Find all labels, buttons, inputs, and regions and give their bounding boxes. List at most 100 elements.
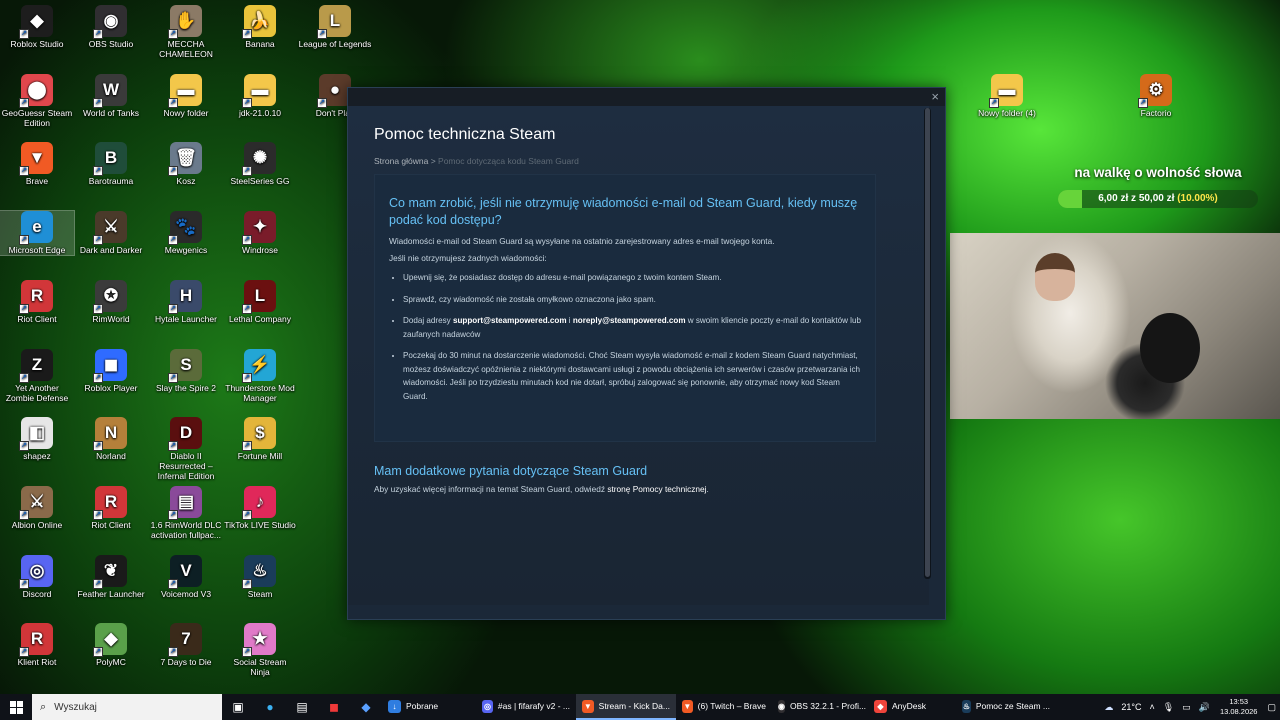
shortcut-arrow-icon: ↗: [19, 304, 29, 314]
desktop-icon[interactable]: L ↗ Lethal Company: [223, 280, 297, 324]
desktop-icon[interactable]: S ↗ Slay the Spire 2: [149, 349, 223, 393]
app-icon: ⚙ ↗: [1138, 74, 1172, 108]
desktop-icon[interactable]: 7 ↗ 7 Days to Die: [149, 623, 223, 667]
clock[interactable]: 13:53 13.08.2026: [1214, 697, 1264, 717]
desktop-icon[interactable]: ♪ ↗ TikTok LIVE Studio: [223, 486, 297, 530]
desktop-icon[interactable]: ❦ ↗ Feather Launcher: [74, 555, 148, 599]
desktop-icon[interactable]: L ↗ League of Legends: [298, 5, 372, 49]
desktop-icon[interactable]: N ↗ Norland: [74, 417, 148, 461]
taskbar-app[interactable]: ▼ (6) Twitch – Brave: [676, 694, 772, 720]
taskbar-app[interactable]: ◎ #as | fifarafy v2 - ...: [476, 694, 576, 720]
desktop-icon[interactable]: $ ↗ Fortune Mill: [223, 417, 297, 461]
desktop-icon-label: Diablo II Resurrected – Infernal Edition: [157, 451, 215, 481]
weather-icon[interactable]: ☁: [1100, 702, 1117, 713]
taskbar-app[interactable]: ◉ OBS 32.2.1 - Profi...: [772, 694, 868, 720]
taskbar-app-label: Pomoc ze Steam ...: [975, 701, 1050, 711]
desktop-icon[interactable]: V ↗ Voicemod V3: [149, 555, 223, 599]
windows-icon: [9, 700, 23, 714]
desktop-icon-label: Hytale Launcher: [155, 314, 217, 324]
window-titlebar[interactable]: ×: [348, 88, 945, 106]
shortcut-arrow-icon: ↗: [242, 98, 252, 108]
shortcut-arrow-icon: ↗: [19, 441, 29, 451]
desktop-icon[interactable]: ⚡ ↗ Thunderstore Mod Manager: [223, 349, 297, 403]
app-taskbar-icon[interactable]: ◆: [350, 694, 382, 720]
breadcrumb-home-link[interactable]: Strona główna: [374, 156, 428, 166]
shortcut-arrow-icon: ↗: [242, 510, 252, 520]
scrollbar[interactable]: [924, 108, 931, 579]
taskbar-search-input[interactable]: ⌕ Wyszukaj: [32, 694, 222, 720]
vivaldi-taskbar-icon[interactable]: ◼: [318, 694, 350, 720]
shortcut-arrow-icon: ↗: [19, 98, 29, 108]
desktop-icon[interactable]: 🐾 ↗ Mewgenics: [149, 211, 223, 255]
app-icon: ⬤ ↗: [19, 74, 53, 108]
chevron-up-icon[interactable]: ˄: [1146, 702, 1159, 712]
close-icon[interactable]: ×: [931, 89, 939, 104]
start-button[interactable]: [0, 694, 32, 720]
desktop-icon[interactable]: R ↗ Klient Riot: [0, 623, 74, 667]
desktop-icon[interactable]: ✺ ↗ SteelSeries GG: [223, 142, 297, 186]
shortcut-arrow-icon: ↗: [19, 373, 29, 383]
desktop-icon[interactable]: ⚔ ↗ Dark and Darker: [74, 211, 148, 255]
more-text-post: .: [706, 484, 709, 494]
desktop-icon[interactable]: ◼ ↗ Roblox Player: [74, 349, 148, 393]
desktop-icon[interactable]: D ↗ Diablo II Resurrected – Infernal Editi…: [149, 417, 223, 481]
shortcut-arrow-icon: ↗: [242, 373, 252, 383]
desktop-icon[interactable]: H ↗ Hytale Launcher: [149, 280, 223, 324]
microphone-icon[interactable]: 🎙: [1159, 702, 1178, 713]
faq-step-1: Upewnij się, że posiadasz dostęp do adre…: [403, 271, 861, 285]
desktop-icon-label: RimWorld: [92, 314, 130, 324]
desktop-icon[interactable]: ✪ ↗ RimWorld: [74, 280, 148, 324]
taskbar-app[interactable]: ♨ Pomoc ze Steam ...: [956, 694, 1056, 720]
desktop-icon[interactable]: B ↗ Barotrauma: [74, 142, 148, 186]
desktop-icon[interactable]: e ↗ Microsoft Edge: [0, 210, 75, 256]
desktop-icon[interactable]: ◎ ↗ Discord: [0, 555, 74, 599]
scrollbar-thumb[interactable]: [925, 108, 930, 577]
desktop-icon[interactable]: ◉ ↗ OBS Studio: [74, 5, 148, 49]
shortcut-arrow-icon: ↗: [19, 235, 29, 245]
desktop-icon[interactable]: ▼ ↗ Brave: [0, 142, 74, 186]
desktop-icon[interactable]: ♨ ↗ Steam: [223, 555, 297, 599]
goal-current: 6,00 zł: [1098, 193, 1129, 204]
breadcrumb-separator: >: [428, 156, 439, 166]
desktop-icon[interactable]: ◆ ↗ PolyMC: [74, 623, 148, 667]
desktop-icon-label: shapez: [23, 451, 51, 461]
desktop-icon[interactable]: ⚔ ↗ Albion Online: [0, 486, 74, 530]
store-taskbar-icon[interactable]: ▤: [286, 694, 318, 720]
desktop-icon[interactable]: ▬ ↗ Nowy folder (4): [970, 74, 1044, 118]
app-icon: R ↗: [93, 486, 127, 520]
volume-icon[interactable]: 🔊: [1195, 702, 1214, 713]
desktop-icon[interactable]: ✋ ↗ MECCHA CHAMELEON: [149, 5, 223, 59]
desktop-icon[interactable]: 🗑 ↗ Kosz: [149, 142, 223, 186]
edge-taskbar-icon[interactable]: ●: [254, 694, 286, 720]
taskbar-app[interactable]: ↓ Pobrane: [382, 694, 476, 720]
notifications-icon[interactable]: ▢: [1263, 702, 1280, 713]
desktop-icon[interactable]: ▬ ↗ jdk-21.0.10: [223, 74, 297, 118]
desktop-icon-label: Discord: [22, 589, 52, 599]
desktop-icon[interactable]: ▤ ↗ 1.6 RimWorld DLC activation fullpac...: [149, 486, 223, 540]
desktop-icon[interactable]: ⚙ ↗ Factorio: [1119, 74, 1193, 118]
taskbar-app-icon: ◎: [482, 699, 493, 713]
desktop-icon[interactable]: ◆ ↗ Roblox Studio: [0, 5, 74, 49]
network-icon[interactable]: ▭: [1178, 702, 1195, 713]
app-icon: 7 ↗: [168, 623, 202, 657]
taskbar-app-icon: ♨: [962, 699, 971, 713]
support-page-link[interactable]: stronę Pomocy technicznej: [607, 484, 706, 494]
weather-temperature[interactable]: 21°C: [1117, 702, 1145, 712]
desktop-icon[interactable]: ✦ ↗ Windrose: [223, 211, 297, 255]
app-icon: ❦ ↗: [93, 555, 127, 589]
desktop-icon[interactable]: ◧ ↗ shapez: [0, 417, 74, 461]
desktop-icon[interactable]: ▬ ↗ Nowy folder: [149, 74, 223, 118]
app-icon: ✋ ↗: [168, 5, 202, 39]
desktop-icon[interactable]: W ↗ World of Tanks: [74, 74, 148, 118]
desktop-icon[interactable]: 🍌 ↗ Banana: [223, 5, 297, 49]
taskbar-app[interactable]: ◆ AnyDesk: [868, 694, 956, 720]
taskbar-app[interactable]: ▼ Stream - Kick Da...: [576, 694, 676, 720]
desktop-icon[interactable]: ⬤ ↗ GeoGuessr Steam Edition: [0, 74, 74, 128]
desktop-icon[interactable]: R ↗ Riot Client: [0, 280, 74, 324]
app-icon: B ↗: [93, 142, 127, 176]
desktop-icon[interactable]: R ↗ Riot Client: [74, 486, 148, 530]
desktop-icon[interactable]: Z ↗ Yet Another Zombie Defense: [0, 349, 74, 403]
desktop-icon[interactable]: ★ ↗ Social Stream Ninja: [223, 623, 297, 677]
shortcut-arrow-icon: ↗: [168, 579, 178, 589]
task-view-icon[interactable]: ▣: [222, 694, 254, 720]
